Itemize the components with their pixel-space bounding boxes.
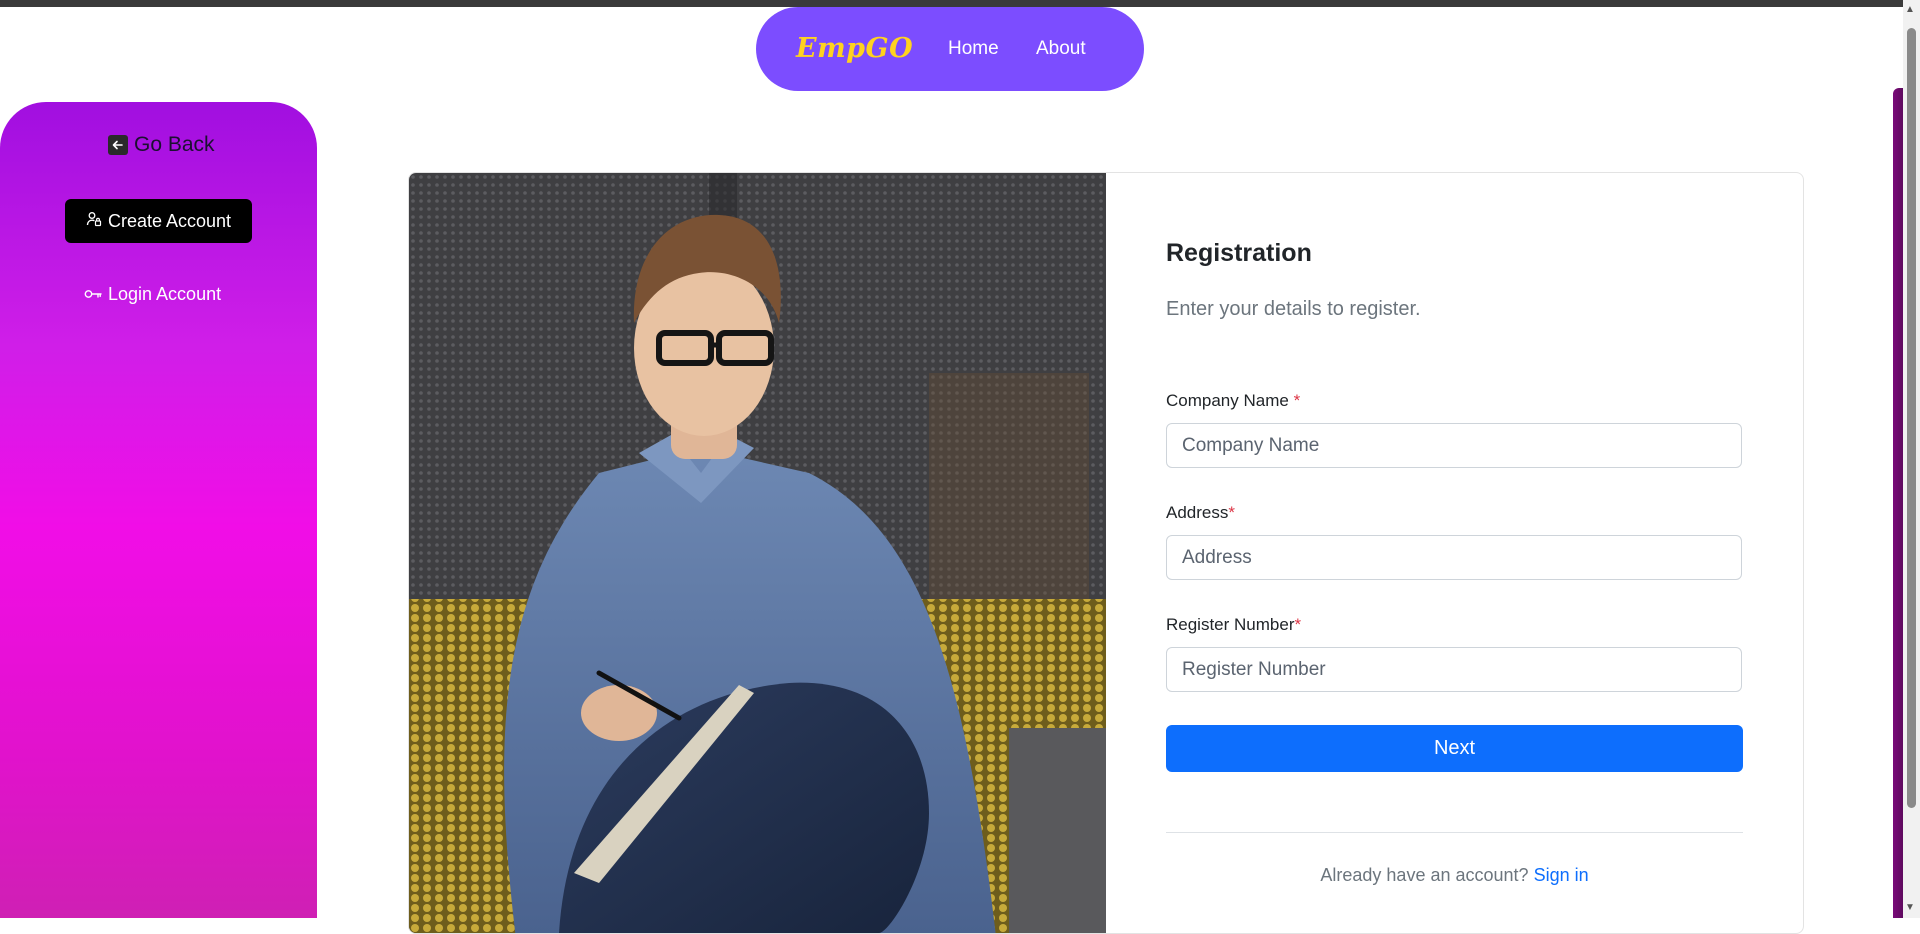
browser-top-strip: [0, 0, 1920, 7]
arrow-left-square-icon: [108, 135, 128, 155]
go-back-label: Go Back: [134, 133, 215, 156]
scrollbar-thumb[interactable]: [1907, 28, 1916, 808]
divider: [1166, 832, 1743, 833]
person-lock-icon: [86, 211, 102, 232]
login-account-label: Login Account: [108, 284, 222, 304]
company-name-label-text: Company Name: [1166, 391, 1289, 410]
sidebar: Go Back Create Account Login Account: [0, 102, 317, 918]
signin-prompt: Already have an account?: [1320, 865, 1529, 885]
required-mark: *: [1228, 503, 1235, 522]
key-icon: [84, 284, 102, 305]
login-account-link[interactable]: Login Account: [84, 284, 221, 305]
form-subtitle: Enter your details to register.: [1166, 298, 1421, 320]
company-name-input[interactable]: [1166, 423, 1742, 468]
go-back-link[interactable]: Go Back: [108, 133, 215, 157]
scroll-up-arrow-icon[interactable]: ▲: [1905, 4, 1915, 15]
nav-link-home[interactable]: Home: [948, 38, 999, 60]
address-label-text: Address: [1166, 503, 1229, 522]
scroll-down-arrow-icon[interactable]: ▼: [1905, 902, 1915, 913]
register-number-input[interactable]: [1166, 647, 1742, 692]
create-account-button[interactable]: Create Account: [65, 199, 252, 243]
form-title: Registration: [1166, 239, 1312, 267]
required-mark: *: [1293, 391, 1301, 410]
create-account-label: Create Account: [107, 210, 232, 231]
address-label: Address*: [1166, 503, 1235, 523]
register-number-label: Register Number*: [1166, 615, 1301, 635]
address-input[interactable]: [1166, 535, 1742, 580]
nav-link-about[interactable]: About: [1036, 38, 1086, 60]
next-button[interactable]: Next: [1166, 725, 1743, 772]
registration-card: Registration Enter your details to regis…: [408, 172, 1804, 934]
signin-row: Already have an account? Sign in: [1166, 865, 1743, 886]
register-number-label-text: Register Number: [1166, 615, 1295, 634]
brand-logo[interactable]: EmpGO: [796, 33, 913, 64]
required-mark: *: [1294, 615, 1302, 634]
navbar: EmpGO Home About: [756, 7, 1144, 91]
signin-link[interactable]: Sign in: [1534, 865, 1589, 885]
hero-photo: [409, 173, 1106, 933]
page-edge-accent: [1893, 88, 1903, 918]
company-name-label: Company Name *: [1166, 391, 1300, 411]
